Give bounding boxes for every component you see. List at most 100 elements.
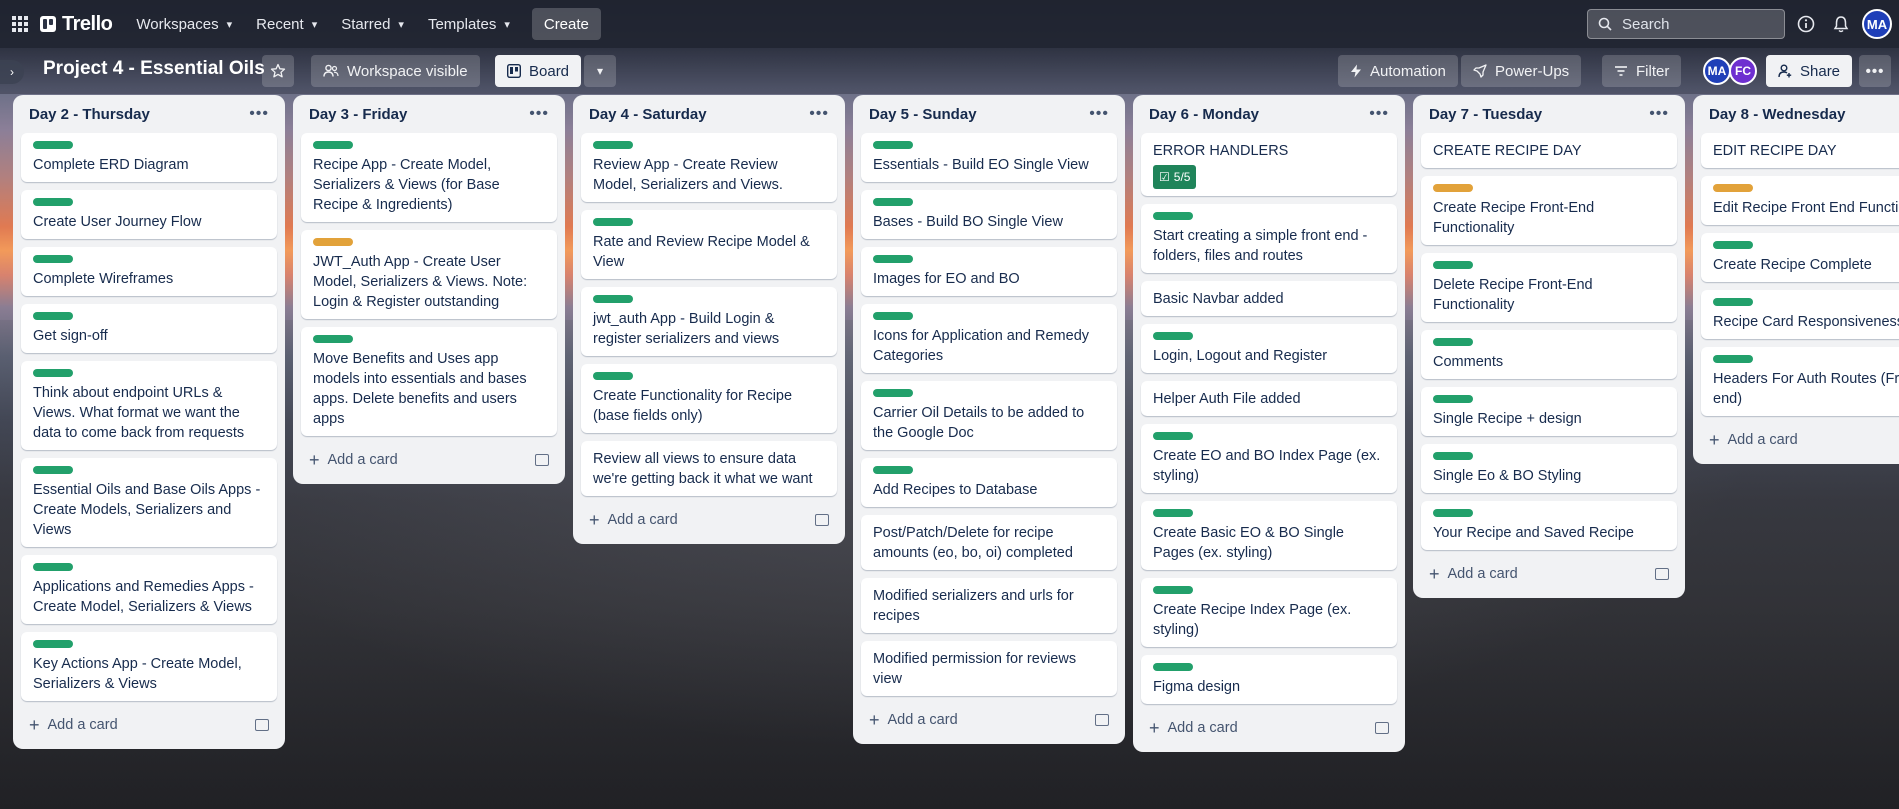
card[interactable]: Images for EO and BO (861, 247, 1117, 296)
visibility-button[interactable]: Workspace visible (311, 55, 480, 87)
member-avatar-fc[interactable]: FC (1729, 57, 1757, 85)
search-box[interactable] (1587, 9, 1785, 39)
list-actions-icon[interactable]: ••• (249, 105, 269, 123)
card-label-green[interactable] (33, 369, 73, 377)
card[interactable]: Move Benefits and Uses app models into e… (301, 327, 557, 436)
card[interactable]: Create Functionality for Recipe (base fi… (581, 364, 837, 433)
card[interactable]: Rate and Review Recipe Model & View (581, 210, 837, 279)
card[interactable]: Start creating a simple front end - fold… (1141, 204, 1397, 273)
card[interactable]: Create EO and BO Index Page (ex. styling… (1141, 424, 1397, 493)
card[interactable]: Add Recipes to Database (861, 458, 1117, 507)
card-label-green[interactable] (33, 466, 73, 474)
card[interactable]: Recipe Card Responsiveness (1701, 290, 1899, 339)
card-label-green[interactable] (1713, 355, 1753, 363)
card[interactable]: Review all views to ensure data we're ge… (581, 441, 837, 496)
star-board-button[interactable] (262, 55, 294, 87)
card-label-green[interactable] (313, 335, 353, 343)
info-icon[interactable] (1795, 13, 1817, 35)
list-title[interactable]: Day 7 - Tuesday (1429, 106, 1542, 123)
user-avatar[interactable]: MA (1862, 9, 1892, 39)
card[interactable]: Figma design (1141, 655, 1397, 704)
create-from-template-icon[interactable] (1095, 714, 1109, 726)
card[interactable]: jwt_auth App - Build Login & register se… (581, 287, 837, 356)
card-label-green[interactable] (33, 640, 73, 648)
card-label-green[interactable] (593, 218, 633, 226)
list-actions-icon[interactable]: ••• (1369, 105, 1389, 123)
card[interactable]: Recipe App - Create Model, Serializers &… (301, 133, 557, 222)
card-label-green[interactable] (1153, 212, 1193, 220)
card[interactable]: Complete Wireframes (21, 247, 277, 296)
card[interactable]: Essentials - Build EO Single View (861, 133, 1117, 182)
card[interactable]: Bases - Build BO Single View (861, 190, 1117, 239)
share-button[interactable]: Share (1766, 55, 1853, 87)
card-label-green[interactable] (33, 255, 73, 263)
notifications-bell-icon[interactable] (1830, 13, 1852, 35)
card-label-green[interactable] (1713, 241, 1753, 249)
trello-logo[interactable]: Trello (40, 13, 113, 36)
card[interactable]: Delete Recipe Front-End Functionality (1421, 253, 1677, 322)
add-card-button[interactable]: + Add a card (861, 704, 1117, 736)
add-card-button[interactable]: + Add a card (1701, 424, 1899, 456)
create-from-template-icon[interactable] (1375, 722, 1389, 734)
card-label-orange[interactable] (1433, 184, 1473, 192)
card-label-green[interactable] (1153, 586, 1193, 594)
card[interactable]: Essential Oils and Base Oils Apps - Crea… (21, 458, 277, 547)
card[interactable]: Key Actions App - Create Model, Serializ… (21, 632, 277, 701)
card-label-green[interactable] (313, 141, 353, 149)
card[interactable]: Create Basic EO & BO Single Pages (ex. s… (1141, 501, 1397, 570)
card-label-green[interactable] (1153, 509, 1193, 517)
card[interactable]: ERROR HANDLERS ☑ 5/5 (1141, 133, 1397, 196)
card[interactable]: CREATE RECIPE DAY (1421, 133, 1677, 168)
card-label-green[interactable] (873, 312, 913, 320)
card[interactable]: Carrier Oil Details to be added to the G… (861, 381, 1117, 450)
add-card-button[interactable]: + Add a card (1141, 712, 1397, 744)
card-label-green[interactable] (33, 312, 73, 320)
create-button[interactable]: Create (531, 8, 601, 40)
card[interactable]: Create Recipe Complete (1701, 233, 1899, 282)
card-label-green[interactable] (873, 198, 913, 206)
card-label-green[interactable] (873, 466, 913, 474)
list-actions-icon[interactable]: ••• (529, 105, 549, 123)
list-title[interactable]: Day 6 - Monday (1149, 106, 1259, 123)
card-label-green[interactable] (1713, 298, 1753, 306)
app-switcher-icon[interactable] (4, 8, 36, 40)
card-label-green[interactable] (1153, 663, 1193, 671)
create-from-template-icon[interactable] (815, 514, 829, 526)
automation-button[interactable]: Automation (1338, 55, 1458, 87)
list-title[interactable]: Day 3 - Friday (309, 106, 407, 123)
card[interactable]: Applications and Remedies Apps - Create … (21, 555, 277, 624)
add-card-button[interactable]: + Add a card (301, 444, 557, 476)
card[interactable]: Think about endpoint URLs & Views. What … (21, 361, 277, 450)
card-label-green[interactable] (873, 141, 913, 149)
card[interactable]: Single Eo & BO Styling (1421, 444, 1677, 493)
card[interactable]: Comments (1421, 330, 1677, 379)
list-title[interactable]: Day 2 - Thursday (29, 106, 150, 123)
card-label-green[interactable] (1153, 332, 1193, 340)
card-label-green[interactable] (33, 198, 73, 206)
card-label-green[interactable] (1433, 509, 1473, 517)
card[interactable]: Modified serializers and urls for recipe… (861, 578, 1117, 633)
add-card-button[interactable]: + Add a card (1421, 558, 1677, 590)
create-from-template-icon[interactable] (1655, 568, 1669, 580)
nav-starred[interactable]: Starred ▾ (329, 8, 416, 40)
card[interactable]: Helper Auth File added (1141, 381, 1397, 416)
add-card-button[interactable]: + Add a card (21, 709, 277, 741)
card-label-green[interactable] (1433, 395, 1473, 403)
card-label-green[interactable] (1433, 452, 1473, 460)
create-from-template-icon[interactable] (535, 454, 549, 466)
card[interactable]: Single Recipe + design (1421, 387, 1677, 436)
card-label-green[interactable] (873, 255, 913, 263)
card[interactable]: Complete ERD Diagram (21, 133, 277, 182)
card[interactable]: Modified permission for reviews view (861, 641, 1117, 696)
card-label-green[interactable] (593, 141, 633, 149)
nav-templates[interactable]: Templates ▾ (416, 8, 522, 40)
board-title[interactable]: Project 4 - Essential Oils (43, 58, 265, 80)
card-label-orange[interactable] (313, 238, 353, 246)
card[interactable]: Create Recipe Front-End Functionality (1421, 176, 1677, 245)
member-avatar-ma[interactable]: MA (1703, 57, 1731, 85)
card[interactable]: JWT_Auth App - Create User Model, Serial… (301, 230, 557, 319)
card-label-green[interactable] (1433, 261, 1473, 269)
card-label-green[interactable] (33, 563, 73, 571)
list-actions-icon[interactable]: ••• (1649, 105, 1669, 123)
list-title[interactable]: Day 4 - Saturday (589, 106, 707, 123)
